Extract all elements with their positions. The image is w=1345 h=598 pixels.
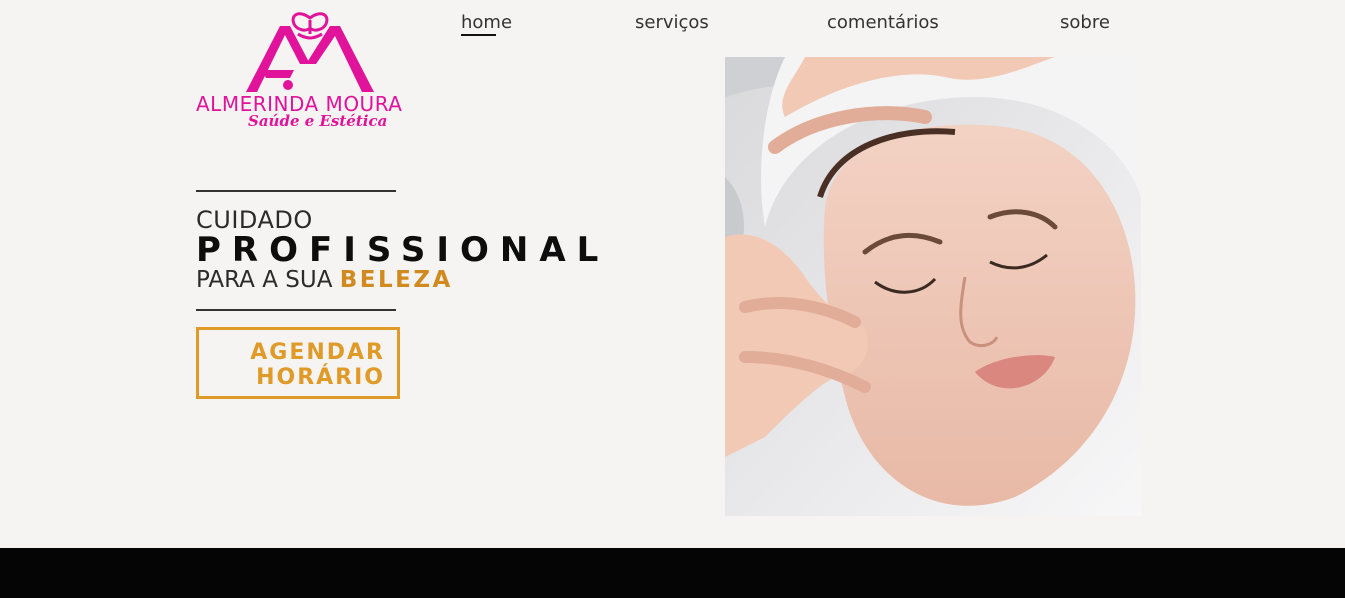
- nav-item-sobre[interactable]: sobre: [1060, 12, 1110, 33]
- hero-bottom-divider: [196, 309, 396, 311]
- facial-massage-photo-icon: [725, 57, 1141, 516]
- footer-bar: [0, 548, 1345, 598]
- hero-accent-beleza: BELEZA: [339, 267, 453, 293]
- schedule-button-line1: AGENDAR: [250, 340, 385, 365]
- hero-photo: [725, 57, 1141, 516]
- hero-line3-prefix: PARA A SUA: [196, 267, 340, 293]
- brand-tagline: Saúde e Estética: [248, 112, 388, 130]
- schedule-button[interactable]: AGENDAR HORÁRIO: [196, 327, 400, 399]
- page: ALMERINDA MOURA Saúde e Estética home se…: [0, 0, 1345, 598]
- nav-item-comentarios[interactable]: comentários: [827, 12, 939, 33]
- nav-item-servicos[interactable]: serviços: [635, 12, 709, 33]
- nav-item-home[interactable]: home: [461, 12, 512, 36]
- hero-line-beleza: PARA A SUA BELEZA: [196, 267, 453, 293]
- main-nav: home serviços comentários sobre: [0, 12, 1345, 42]
- hero-line-profissional: PROFISSIONAL: [196, 230, 610, 270]
- hero-top-divider: [196, 190, 396, 192]
- schedule-button-line2: HORÁRIO: [256, 365, 385, 390]
